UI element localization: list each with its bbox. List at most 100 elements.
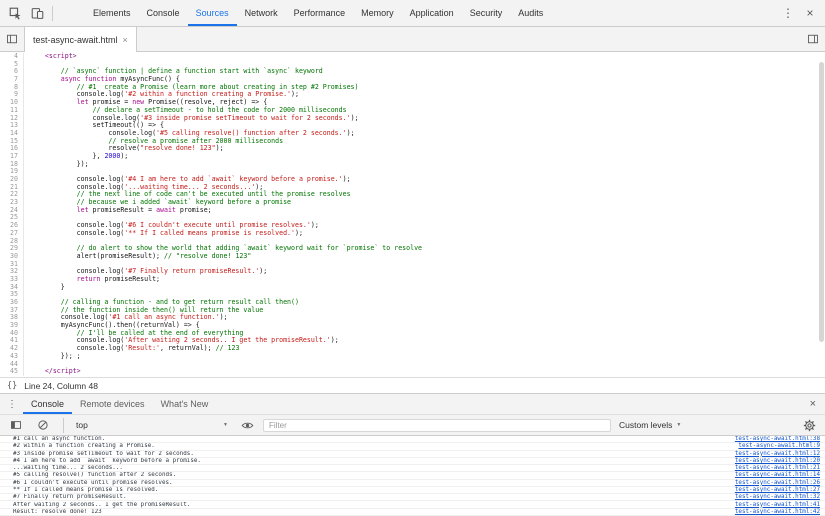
console-source-link[interactable]: test-async-await.html:20 [735,458,820,464]
console-message-text: #5 calling resolve() function after 2 se… [13,472,176,478]
console-source-link[interactable]: test-async-await.html:21 [735,465,820,471]
drawer-menu-icon[interactable]: ⋮ [5,399,19,410]
console-source-link[interactable]: test-async-await.html:32 [735,494,820,500]
toolbar-separator [52,6,53,21]
sources-status-bar: {} Line 24, Column 48 [0,377,825,393]
drawer-tab-remote-devices[interactable]: Remote devices [72,394,153,414]
code-token: "resolve done! 123" [140,144,215,152]
console-message-text: After waiting 2 seconds.. I get the prom… [13,502,190,508]
drawer-close-icon[interactable]: × [806,398,820,410]
tab-console[interactable]: Console [139,0,188,26]
console-source-link[interactable]: test-async-await.html:41 [735,502,820,508]
code-token: }); [29,160,89,168]
code-token: alert(promiseResult); [29,252,164,260]
code-token: promiseResult = [89,206,157,214]
log-levels-label: Custom levels [619,420,672,430]
file-tab-close-icon[interactable]: × [123,35,128,45]
line-number[interactable]: 5 [0,61,24,69]
code-token: }); ; [29,352,81,360]
live-expression-eye-icon[interactable] [236,414,258,436]
code-token: // 123 [216,344,240,352]
cursor-position: Line 24, Column 48 [24,381,98,391]
code-line[interactable]: 18 }); [0,161,825,169]
code-text: console.log('** If I called means promis… [29,230,303,238]
file-tab[interactable]: test-async-await.html × [24,27,137,52]
console-message: #1 call an async function. test-async-awa… [0,436,825,443]
source-editor[interactable]: 4 <script>56 // `async` function | defin… [0,52,825,377]
clear-console-icon[interactable] [32,414,54,436]
code-line[interactable]: 42 console.log('Result:', returnVal); //… [0,345,825,353]
console-message: #5 calling resolve() function after 2 se… [0,472,825,479]
tab-application[interactable]: Application [402,0,462,26]
code-line[interactable]: 17 }, 2000); [0,153,825,161]
navigator-toggle-icon[interactable] [1,28,23,50]
console-message: #6 I couldn't execute until promise reso… [0,480,825,487]
code-text: let promiseResult = await promise; [29,207,212,215]
console-toolbar-separator [63,418,64,433]
code-token: // "resolve done! 123" [164,252,251,260]
drawer-tab-console[interactable]: Console [23,394,72,414]
code-line[interactable]: 45 </script> [0,368,825,376]
panel-tabs: ElementsConsoleSourcesNetworkPerformance… [85,0,551,26]
more-options-icon[interactable]: ⋮ [777,2,799,24]
code-token: '** If I called means promise is resolve… [124,229,295,237]
device-toolbar-icon[interactable] [26,2,48,24]
log-levels-dropdown[interactable]: Custom levels ▼ [616,420,684,430]
code-line[interactable]: 30 alert(promiseResult); // "resolve don… [0,253,825,261]
code-line[interactable]: 34 } [0,284,825,292]
close-devtools-icon[interactable]: × [799,2,821,24]
console-source-link[interactable]: test-async-await.html:12 [735,451,820,457]
console-filter-input[interactable] [263,419,611,432]
code-token: ); [259,267,267,275]
code-token: '#3 inside promise setTimeout to wait fo… [140,114,350,122]
console-source-link[interactable]: test-async-await.html:26 [735,480,820,486]
line-number[interactable]: 45 [0,368,24,376]
code-token: ); [120,152,128,160]
line-number[interactable]: 4 [0,53,24,61]
console-sidebar-toggle-icon[interactable] [5,414,27,436]
tab-network[interactable]: Network [237,0,286,26]
file-tab-label: test-async-await.html [33,35,118,45]
tab-security[interactable]: Security [462,0,511,26]
console-message-text: #3 inside promise setTimeout to wait for… [13,451,194,457]
debugger-sidebar-toggle-icon[interactable] [802,28,824,50]
tab-memory[interactable]: Memory [353,0,402,26]
code-line[interactable]: 33 return promiseResult; [0,276,825,284]
tab-sources[interactable]: Sources [188,0,237,26]
code-line[interactable]: 24 let promiseResult = await promise; [0,207,825,215]
code-line[interactable]: 4 <script> [0,53,825,61]
pretty-print-icon[interactable]: {} [7,381,17,391]
line-number[interactable]: 8 [0,84,24,92]
console-message: ** If I called means promise is resolved… [0,487,825,494]
tab-elements[interactable]: Elements [85,0,139,26]
console-message: Result: resolve done! 123test-async-awai… [0,509,825,516]
console-message: After waiting 2 seconds.. I get the prom… [0,501,825,508]
line-number[interactable]: 7 [0,76,24,84]
drawer-tab-what-s-new[interactable]: What's New [153,394,217,414]
console-message-text: #1 call an async function. [13,436,105,442]
console-settings-gear-icon[interactable] [798,414,820,436]
editor-scrollbar[interactable] [817,52,825,377]
code-text: }); ; [29,353,81,361]
tab-performance[interactable]: Performance [286,0,354,26]
console-source-link[interactable]: test-async-await.html:9 [738,443,820,449]
execution-context-selector[interactable]: top ▼ [73,420,231,430]
editor-scrollbar-thumb[interactable] [819,62,824,342]
code-token: await [156,206,176,214]
code-token: let [77,206,89,214]
console-source-link[interactable]: test-async-await.html:14 [735,472,820,478]
code-token: ); [220,313,228,321]
console-source-link[interactable]: test-async-await.html:42 [735,509,820,515]
code-token: } [29,283,65,291]
code-token: ); [351,114,359,122]
code-line[interactable]: 27 console.log('** If I called means pro… [0,230,825,238]
code-line[interactable]: 43 }); ; [0,353,825,361]
console-source-link[interactable]: test-async-await.html:27 [735,487,820,493]
code-line[interactable]: 44 [0,361,825,369]
line-number[interactable]: 6 [0,68,24,76]
console-source-link[interactable]: test-async-await.html:38 [735,436,820,442]
inspect-element-icon[interactable] [4,2,26,24]
code-token: ); [343,175,351,183]
tab-audits[interactable]: Audits [510,0,551,26]
console-message-text: #4 I am here to add `await` keyword befo… [13,458,201,464]
